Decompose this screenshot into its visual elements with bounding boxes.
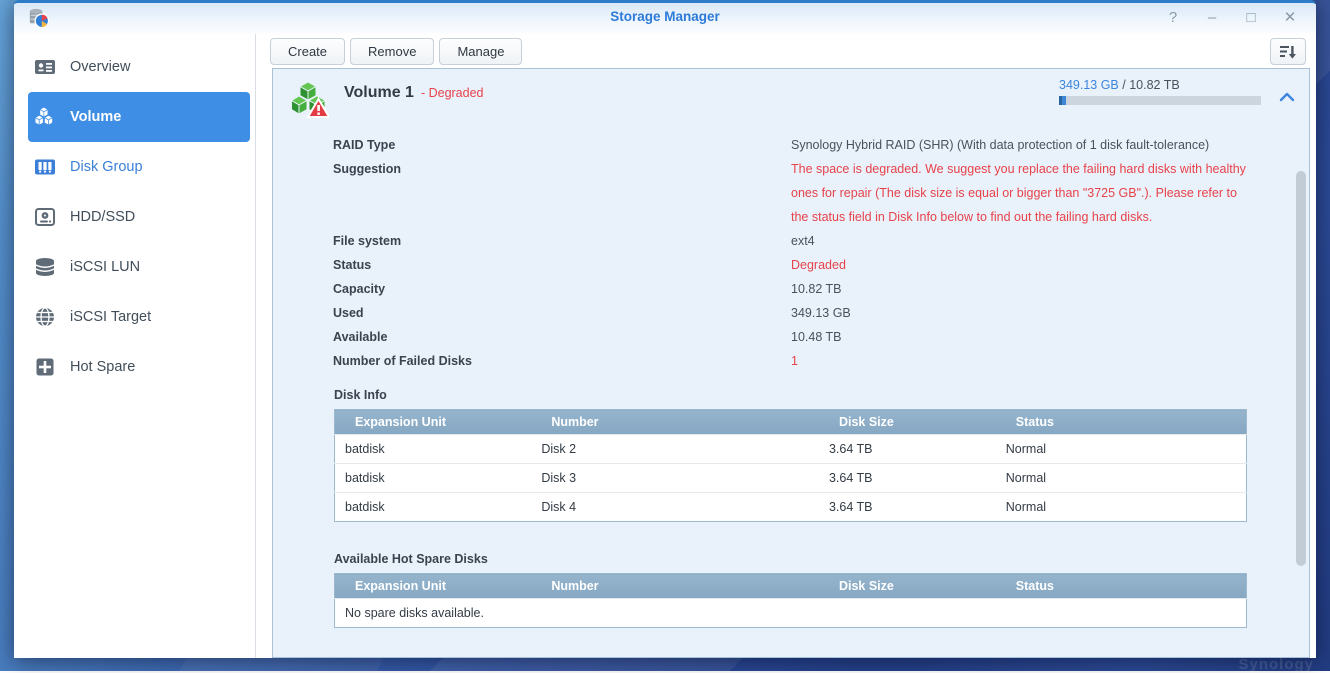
sidebar-item-iscsi-lun[interactable]: iSCSI LUN [28, 242, 250, 292]
overview-icon [34, 56, 56, 78]
table-row: No spare disks available. [335, 599, 1247, 628]
chevron-up-icon [1279, 92, 1295, 102]
hdd-icon [34, 206, 56, 228]
disk-group-icon [34, 156, 56, 178]
sidebar-item-hot-spare[interactable]: Hot Spare [28, 342, 250, 392]
sidebar-item-volume[interactable]: Volume [28, 92, 250, 142]
storage-manager-window: Storage Manager ? – □ ✕ [14, 0, 1316, 658]
titlebar: Storage Manager ? – □ ✕ [14, 3, 1316, 34]
volume-title: Volume 1 [344, 84, 414, 101]
sidebar: Overview Volume [14, 34, 256, 658]
detail-row: File systemext4 [333, 229, 1309, 253]
sidebar-item-label: HDD/SSD [70, 209, 135, 225]
detail-row: StatusDegraded [333, 253, 1309, 277]
usage-separator: / [1119, 78, 1129, 92]
minimize-button[interactable]: – [1204, 7, 1220, 29]
status-badge: Normal [996, 493, 1247, 522]
iscsi-target-icon [34, 306, 56, 328]
sidebar-item-label: Hot Spare [70, 359, 135, 375]
disk-info-title: Disk Info [334, 388, 1309, 402]
usage-bar [1059, 96, 1261, 105]
sidebar-item-label: iSCSI LUN [70, 259, 140, 275]
sidebar-item-label: Disk Group [70, 159, 143, 175]
iscsi-lun-icon [34, 256, 56, 278]
maximize-button[interactable]: □ [1243, 7, 1259, 29]
empty-state-text: No spare disks available. [335, 599, 1247, 628]
usage-used-value: 349.13 GB [1059, 78, 1119, 92]
volume-degraded-icon [291, 80, 329, 123]
window-title: Storage Manager [14, 9, 1316, 24]
sidebar-item-overview[interactable]: Overview [28, 42, 250, 92]
remove-button[interactable]: Remove [350, 38, 434, 65]
help-button[interactable]: ? [1165, 7, 1181, 29]
table-header-row: Expansion Unit Number Disk Size Status [335, 574, 1247, 599]
table-row[interactable]: batdisk Disk 3 3.64 TB Normal [335, 464, 1247, 493]
volume-usage: 349.13 GB / 10.82 TB [1059, 78, 1261, 105]
detail-row: Available10.48 TB [333, 325, 1309, 349]
sort-button[interactable] [1270, 38, 1306, 65]
sidebar-item-label: iSCSI Target [70, 309, 151, 325]
usage-bar-fill [1059, 96, 1066, 105]
collapse-panel-button[interactable] [1279, 89, 1295, 107]
detail-row: Used349.13 GB [333, 301, 1309, 325]
sidebar-item-label: Volume [70, 109, 121, 125]
detail-row: Number of Failed Disks1 [333, 349, 1309, 373]
status-badge: Normal [996, 464, 1247, 493]
hot-spare-icon [34, 356, 56, 378]
volume-icon [34, 106, 56, 128]
detail-row: RAID TypeSynology Hybrid RAID (SHR) (Wit… [333, 133, 1309, 157]
manage-button[interactable]: Manage [439, 38, 522, 65]
close-button[interactable]: ✕ [1282, 7, 1298, 29]
hot-spare-title: Available Hot Spare Disks [334, 552, 1309, 566]
detail-row: SuggestionThe space is degraded. We sugg… [333, 157, 1309, 229]
usage-total-value: 10.82 TB [1129, 78, 1180, 92]
status-badge: Normal [996, 435, 1247, 464]
volume-details: RAID TypeSynology Hybrid RAID (SHR) (Wit… [333, 133, 1309, 373]
table-row[interactable]: batdisk Disk 4 3.64 TB Normal [335, 493, 1247, 522]
wallpaper-watermark: Synology [1238, 656, 1314, 673]
scrollbar [1296, 115, 1306, 651]
main-content: Create Remove Manage [256, 34, 1316, 658]
sidebar-item-disk-group[interactable]: Disk Group [28, 142, 250, 192]
detail-row: Capacity10.82 TB [333, 277, 1309, 301]
sidebar-item-hdd-ssd[interactable]: HDD/SSD [28, 192, 250, 242]
sidebar-item-iscsi-target[interactable]: iSCSI Target [28, 292, 250, 342]
hot-spare-table: Expansion Unit Number Disk Size Status N… [334, 573, 1247, 628]
create-button[interactable]: Create [270, 38, 345, 65]
sort-descending-icon [1279, 44, 1297, 60]
volume-status-suffix: - Degraded [421, 86, 484, 100]
toolbar: Create Remove Manage [256, 34, 1316, 68]
volume-panel: Volume 1 - Degraded 349.13 GB / 10.82 TB [272, 68, 1310, 658]
table-row[interactable]: batdisk Disk 2 3.64 TB Normal [335, 435, 1247, 464]
disk-info-table: Expansion Unit Number Disk Size Status b… [334, 409, 1247, 522]
scrollbar-thumb[interactable] [1296, 171, 1306, 566]
sidebar-item-label: Overview [70, 59, 130, 75]
table-header-row: Expansion Unit Number Disk Size Status [335, 410, 1247, 435]
